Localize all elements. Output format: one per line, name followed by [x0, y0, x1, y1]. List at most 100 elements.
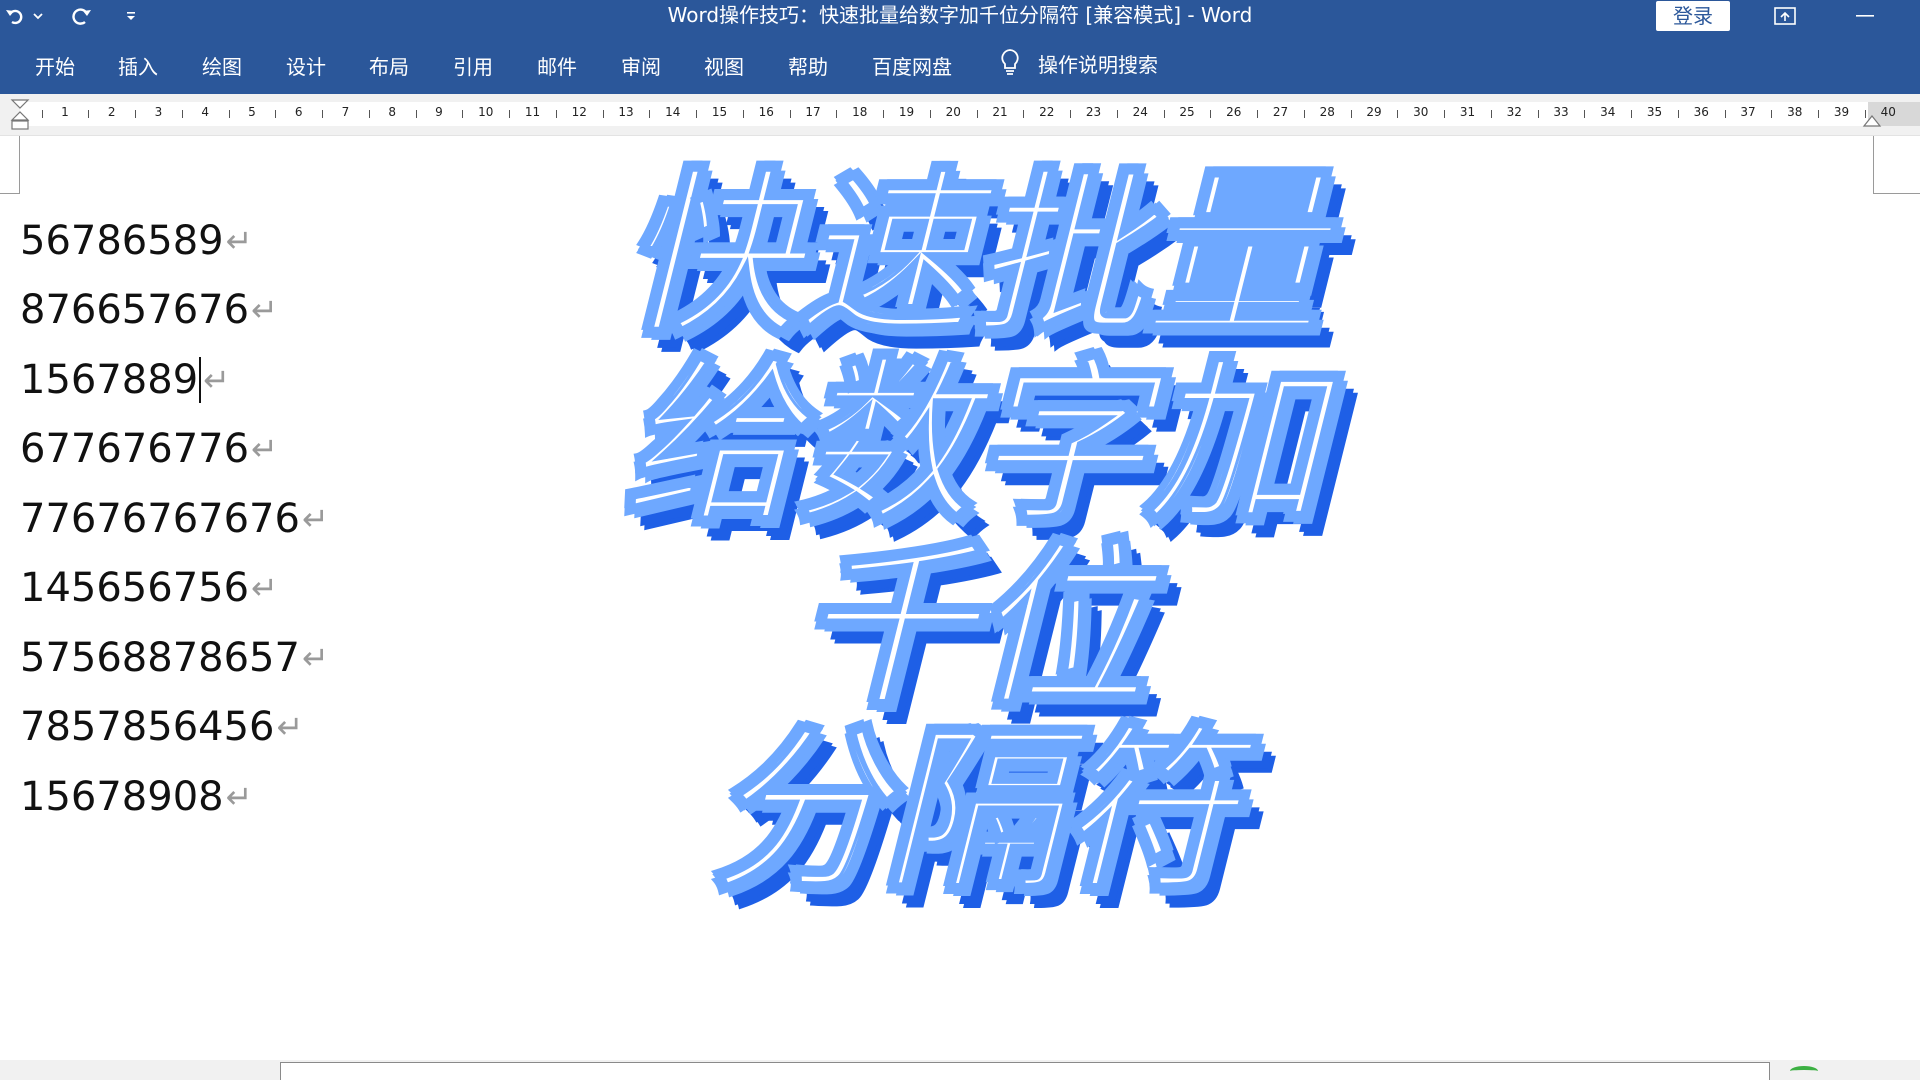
paragraph-mark-icon: ↵: [251, 569, 278, 608]
tab-home[interactable]: 开始: [35, 32, 75, 94]
ruler-tick: [1584, 110, 1586, 118]
list-item[interactable]: 57568878657 ↵: [20, 623, 329, 693]
ruler-tick: [462, 110, 464, 118]
ruler-number: 30: [1413, 105, 1429, 119]
chevron-down-icon[interactable]: [30, 0, 46, 32]
ruler-tick: [883, 110, 885, 118]
ruler-number: 36: [1693, 105, 1709, 119]
list-item[interactable]: 15678908 ↵: [20, 762, 329, 832]
ruler-number: 32: [1506, 105, 1522, 119]
ruler-tick: [555, 110, 557, 118]
undo-icon[interactable]: [0, 0, 30, 32]
customize-qat-icon[interactable]: [116, 0, 146, 32]
list-item[interactable]: 677676776 ↵: [20, 415, 329, 485]
status-indicator-icon: [1790, 1066, 1818, 1076]
tab-view[interactable]: 视图: [704, 32, 744, 94]
minimize-icon[interactable]: [1840, 0, 1890, 32]
ruler-tick: [88, 110, 90, 118]
ruler-tick: [929, 110, 931, 118]
number-text: 57568878657: [20, 634, 300, 681]
ruler-number: 15: [711, 105, 728, 119]
ruler-tick: [1303, 110, 1305, 118]
number-text: 7857856456: [20, 704, 275, 751]
number-text: 677676776: [20, 426, 250, 473]
ruler-tick: [649, 110, 651, 118]
tab-insert[interactable]: 插入: [118, 32, 158, 94]
number-text: 145656756: [20, 565, 250, 612]
tab-references[interactable]: 引用: [453, 32, 493, 94]
ruler-number: 24: [1132, 105, 1148, 119]
ruler-number: 13: [618, 105, 634, 119]
tab-design[interactable]: 设计: [286, 32, 326, 94]
tab-draw[interactable]: 绘图: [202, 32, 242, 94]
number-list: 56786589 ↵ 876657676 ↵ 1567889 ↵ 677676776 ↵…: [20, 206, 329, 832]
number-text: 876657676: [20, 287, 250, 334]
ruler-number: 26: [1226, 105, 1242, 119]
title-bar: Word操作技巧：快速批量给数字加千位分隔符 [兼容模式] - Word 登录: [0, 0, 1920, 32]
ruler-tick: [181, 110, 183, 118]
ruler-tick: [1631, 110, 1633, 118]
tell-me-search[interactable]: 操作说明搜索: [998, 32, 1158, 94]
tab-layout[interactable]: 布局: [369, 32, 409, 94]
ruler-number: 31: [1459, 105, 1476, 119]
list-item[interactable]: 876657676 ↵: [20, 276, 329, 346]
overlay-line-2: 给数字加: [621, 340, 1324, 547]
list-item[interactable]: 7857856456 ↵: [20, 693, 329, 763]
ruler-tick: [275, 110, 277, 118]
list-item[interactable]: 56786589 ↵: [20, 206, 329, 276]
login-button[interactable]: 登录: [1656, 1, 1730, 31]
tab-mailings[interactable]: 邮件: [537, 32, 577, 94]
ribbon-tabs: 开始 插入 绘图 设计 布局 引用 邮件 审阅 视图 帮助 百度网盘 操作说明搜…: [0, 32, 1920, 94]
tab-baidu-netdisk[interactable]: 百度网盘: [872, 32, 952, 94]
ruler-tick: [1490, 110, 1492, 118]
ruler-number: 14: [665, 105, 681, 119]
ruler-tick: [836, 110, 838, 118]
ruler-number: 7: [341, 105, 350, 119]
paragraph-mark-icon: ↵: [225, 221, 253, 260]
ruler-tick: [1116, 110, 1118, 118]
paragraph-mark-icon: ↵: [251, 291, 278, 330]
paragraph-mark-icon: ↵: [301, 638, 329, 677]
number-text: 77676767676: [20, 495, 300, 542]
overlay-line-3: 千位: [795, 524, 1150, 731]
ruler-number: 11: [524, 105, 541, 119]
ruler-tick: [1350, 110, 1352, 118]
overlay-line-4: 分隔符: [708, 708, 1237, 915]
ruler-tick: [789, 110, 791, 118]
first-line-indent-marker[interactable]: [10, 98, 30, 136]
ruler-tick: [1023, 110, 1025, 118]
title-overlay: 快速批量 给数字加 千位 分隔符: [580, 158, 1360, 915]
list-item[interactable]: 145656756 ↵: [20, 554, 329, 624]
ruler-tick: [1070, 110, 1072, 118]
ruler-number: 40: [1880, 105, 1896, 119]
ruler-tick: [135, 110, 137, 118]
ruler-tick: [228, 110, 230, 118]
ribbon-display-options-icon[interactable]: [1760, 0, 1810, 32]
ruler-number: 9: [435, 105, 443, 119]
ruler-number: 29: [1366, 105, 1382, 119]
ruler-number: 10: [478, 105, 494, 119]
ruler-tick: [1257, 110, 1259, 118]
ruler-tick: [322, 110, 324, 118]
horizontal-ruler[interactable]: 1 2 3 4 5 6 7 8 9 10 11 12 13 14 15 16 17 18 19 20 21 22 23 24 2…: [0, 94, 1920, 136]
tab-review[interactable]: 审阅: [621, 32, 661, 94]
ruler-number: 8: [388, 105, 397, 119]
bottom-strip: [0, 1060, 1920, 1080]
ruler-tick: [602, 110, 604, 118]
ruler-number: 4: [201, 105, 210, 119]
ruler-number: 20: [945, 105, 961, 119]
ruler-number: 1: [61, 105, 69, 119]
ruler-tick: [742, 110, 744, 118]
paragraph-mark-icon: ↵: [276, 708, 304, 747]
list-item[interactable]: 1567889 ↵: [20, 345, 329, 415]
list-item[interactable]: 77676767676 ↵: [20, 484, 329, 554]
ruler-number: 6: [294, 105, 303, 119]
ruler-tick: [509, 110, 511, 118]
ruler-tick: [1818, 110, 1820, 118]
tab-help[interactable]: 帮助: [788, 32, 828, 94]
window-title: Word操作技巧：快速批量给数字加千位分隔符 [兼容模式] - Word: [667, 3, 1253, 27]
redo-icon[interactable]: [66, 0, 96, 32]
paragraph-mark-icon: ↵: [225, 777, 253, 816]
ruler-number: 5: [248, 105, 256, 119]
right-indent-marker[interactable]: [1862, 114, 1882, 128]
